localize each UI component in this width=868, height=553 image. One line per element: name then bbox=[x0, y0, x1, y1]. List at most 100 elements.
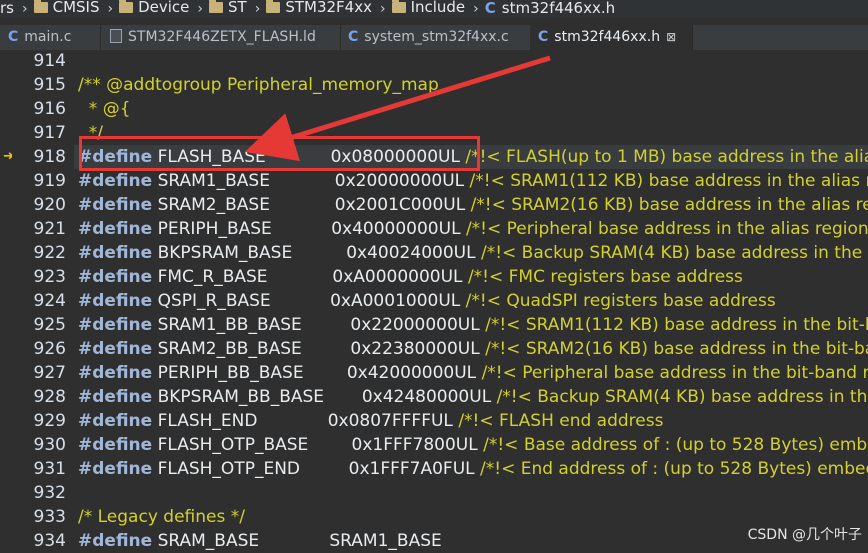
c-file-icon: C bbox=[538, 29, 549, 45]
line-number: 930 bbox=[33, 435, 66, 455]
code-token: 0x08000000UL bbox=[330, 147, 466, 167]
breadcrumb-item[interactable]: rs bbox=[0, 0, 14, 17]
line-number: 925 bbox=[33, 315, 66, 335]
code-line[interactable]: #define PERIPH_BB_BASE 0x42000000UL /*!<… bbox=[78, 361, 868, 385]
code-token: /*!< Peripheral base address in the alia… bbox=[465, 219, 868, 239]
code-token: /** @addtogroup Peripheral_memory_map bbox=[78, 75, 439, 95]
code-line[interactable]: * @{ bbox=[78, 97, 131, 121]
breadcrumb-label: rs bbox=[0, 0, 14, 17]
breadcrumb-separator-icon: › bbox=[197, 0, 204, 17]
code-token: FLASH_BASE bbox=[152, 147, 331, 167]
breadcrumb-separator-icon: › bbox=[473, 0, 479, 17]
code-line[interactable]: #define BKPSRAM_BB_BASE 0x42480000UL /*!… bbox=[78, 385, 868, 409]
code-line[interactable]: */ bbox=[78, 121, 103, 145]
line-number: 934 bbox=[33, 531, 66, 551]
code-token: /*!< Base address of : (up to 528 Bytes)… bbox=[483, 435, 868, 455]
code-token: * @{ bbox=[78, 99, 131, 119]
code-token: /*!< SRAM1(112 KB) base address in the a… bbox=[469, 171, 868, 191]
code-line[interactable]: /** @addtogroup Peripheral_memory_map bbox=[78, 73, 439, 97]
code-token: #define bbox=[78, 531, 153, 550]
breadcrumb-separator-icon: › bbox=[379, 0, 386, 17]
breadcrumb-item[interactable]: Include bbox=[391, 0, 466, 16]
code-line[interactable]: #define SRAM1_BASE 0x20000000UL /*!< SRA… bbox=[78, 169, 868, 193]
code-token: #define bbox=[78, 411, 153, 431]
code-line[interactable]: #define SRAM_BASE SRAM1_BASE bbox=[78, 529, 442, 550]
code-area[interactable]: /** @addtogroup Peripheral_memory_map * … bbox=[74, 50, 868, 550]
folder-icon bbox=[119, 0, 134, 13]
breadcrumb-label: Include bbox=[410, 0, 466, 16]
breadcrumb-item[interactable]: Cstm32f446xx.h bbox=[485, 0, 615, 15]
tab-label: main.c bbox=[24, 29, 72, 45]
breadcrumb-item[interactable]: Device bbox=[119, 0, 189, 15]
code-token: #define bbox=[78, 291, 153, 311]
code-token: QSPI_R_BASE bbox=[152, 291, 331, 311]
code-token: FLASH_END bbox=[152, 411, 328, 431]
code-token: /*!< SRAM2(16 KB) base address in the al… bbox=[470, 195, 868, 215]
breadcrumb-label: ST bbox=[228, 0, 247, 16]
code-token: BKPSRAM_BB_BASE bbox=[152, 387, 362, 407]
tab-stm32f446xx-h[interactable]: Cstm32f446xx.h ⊠ bbox=[530, 25, 693, 50]
folder-icon bbox=[391, 0, 406, 13]
code-token: SRAM1_BASE bbox=[152, 171, 335, 191]
code-line[interactable]: #define QSPI_R_BASE 0xA0001000UL /*!< Qu… bbox=[78, 289, 776, 313]
line-number: 929 bbox=[33, 411, 66, 431]
code-token: 0x42480000UL bbox=[361, 387, 497, 407]
code-token: /*!< QuadSPI registers base address bbox=[465, 291, 776, 311]
code-token: SRAM1_BASE bbox=[329, 531, 442, 550]
folder-icon bbox=[33, 0, 48, 13]
code-token: /*!< Peripheral base address in the bit-… bbox=[481, 363, 868, 383]
code-token: #define bbox=[78, 315, 153, 335]
tab-main-c[interactable]: Cmain.c bbox=[0, 25, 101, 50]
code-line[interactable]: /* Legacy defines */ bbox=[78, 505, 245, 529]
code-token: PERIPH_BASE bbox=[152, 219, 332, 239]
code-line[interactable]: #define FLASH_OTP_END 0x1FFF7A0FUL /*!< … bbox=[78, 457, 868, 481]
code-token: /*!< Backup SRAM(4 KB) base address in t… bbox=[496, 387, 868, 407]
code-token: /*!< End address of : (up to 528 Bytes) … bbox=[480, 459, 868, 479]
code-token: #define bbox=[78, 387, 153, 407]
code-token: /*!< FLASH end address bbox=[458, 411, 664, 431]
line-number: 928 bbox=[33, 387, 66, 407]
code-token: /* Legacy defines */ bbox=[78, 507, 245, 527]
code-line[interactable]: #define PERIPH_BASE 0x40000000UL /*!< Pe… bbox=[78, 217, 868, 241]
line-number: 916 bbox=[33, 99, 66, 119]
code-line[interactable]: #define FMC_R_BASE 0xA0000000UL /*!< FMC… bbox=[78, 265, 743, 289]
breadcrumb-separator-icon: › bbox=[21, 0, 28, 17]
code-token: #define bbox=[78, 243, 153, 263]
breadcrumb-label: CMSIS bbox=[52, 0, 100, 16]
code-token: #define bbox=[78, 363, 153, 383]
code-token: 0xA0001000UL bbox=[330, 291, 466, 311]
code-line[interactable]: #define SRAM2_BASE 0x2001C000UL /*!< SRA… bbox=[78, 193, 868, 217]
code-line[interactable]: #define SRAM2_BB_BASE 0x22380000UL /*!< … bbox=[78, 337, 868, 361]
code-token: SRAM2_BASE bbox=[152, 195, 335, 215]
line-number: 922 bbox=[33, 243, 66, 263]
linker-file-icon bbox=[110, 29, 122, 43]
line-number: 931 bbox=[33, 459, 66, 479]
code-token: 0x22380000UL bbox=[350, 339, 486, 359]
code-token: SRAM2_BB_BASE bbox=[152, 339, 351, 359]
code-token: /*!< SRAM2(16 KB) base address in the bi… bbox=[485, 339, 868, 359]
code-token: 0x20000000UL bbox=[334, 171, 470, 191]
code-token: #define bbox=[78, 435, 153, 455]
code-line[interactable]: #define FLASH_OTP_BASE 0x1FFF7800UL /*!<… bbox=[78, 433, 868, 457]
code-line[interactable]: #define FLASH_BASE 0x08000000UL /*!< FLA… bbox=[78, 145, 868, 169]
close-tab-icon[interactable]: ⊠ bbox=[666, 30, 676, 44]
folder-icon bbox=[266, 0, 281, 13]
code-line[interactable]: #define SRAM1_BB_BASE 0x22000000UL /*!< … bbox=[78, 313, 868, 337]
code-token: 0x42000000UL bbox=[346, 363, 482, 383]
code-token: */ bbox=[78, 123, 104, 143]
tab-label: STM32F446ZETX_FLASH.ld bbox=[128, 29, 316, 45]
breadcrumb-item[interactable]: STM32F4xx bbox=[266, 0, 372, 15]
line-number: 923 bbox=[33, 267, 66, 287]
line-number: 917 bbox=[33, 123, 66, 143]
line-number: 914 bbox=[33, 51, 66, 71]
code-line[interactable]: #define BKPSRAM_BASE 0x40024000UL /*!< B… bbox=[78, 241, 868, 265]
breadcrumb-item[interactable]: CMSIS bbox=[33, 0, 100, 16]
code-editor[interactable]: ➜ 914 915 916 917 918 919 920 921 922 923 924 925 92… bbox=[0, 50, 868, 551]
breadcrumb-item[interactable]: ST bbox=[209, 0, 247, 16]
tab-stm32f446zetx-flash-ld[interactable]: STM32F446ZETX_FLASH.ld bbox=[100, 25, 341, 50]
code-token: 0x40000000UL bbox=[331, 219, 466, 239]
code-token: #define bbox=[78, 459, 153, 479]
tab-system-stm32f4xx-c[interactable]: Csystem_stm32f4xx.c bbox=[340, 25, 531, 50]
editor-gutter: ➜ bbox=[0, 50, 14, 550]
code-line[interactable]: #define FLASH_END 0x0807FFFFUL /*!< FLAS… bbox=[78, 409, 663, 433]
